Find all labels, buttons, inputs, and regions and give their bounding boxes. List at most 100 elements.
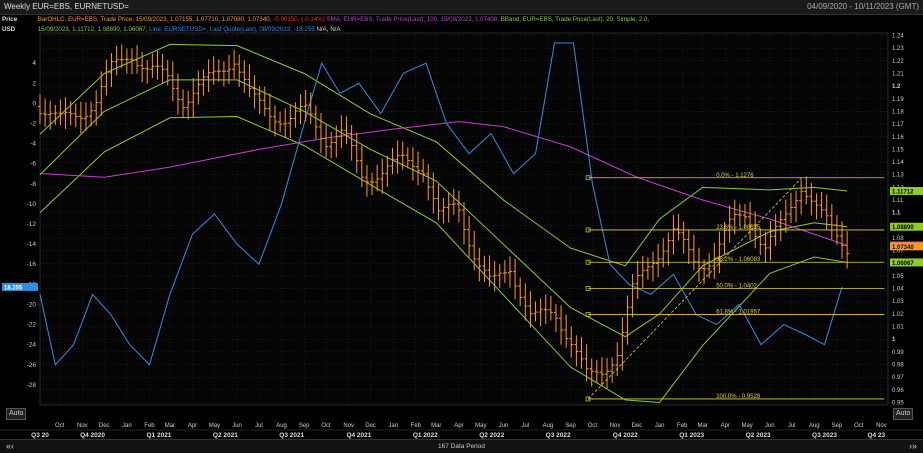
month-label: Jun <box>232 423 242 429</box>
legend-na: N/A, N/A <box>316 26 341 33</box>
left-tick-label: -28 <box>27 382 37 389</box>
month-label: Sep <box>832 423 843 429</box>
legend-row-2: USD 15/09/2023, 1.11712, 1.08890, 1.0606… <box>2 25 649 35</box>
data-period: 167 Data Period <box>438 443 485 450</box>
month-label: Mar <box>431 423 441 429</box>
right-tick-label: 1.19 <box>892 97 904 103</box>
price-label: Price <box>2 16 18 23</box>
right-tick-label: 1.16 <box>892 135 904 141</box>
month-label: May <box>475 423 486 429</box>
month-label: Dec <box>99 423 110 429</box>
navigation-bar: «‹ 167 Data Period ›» <box>0 439 923 453</box>
right-tick-label: 1.08 <box>892 236 904 242</box>
legend-sma-series[interactable]: SMA, EUR=EBS, Trade Price(Last), 100, 15… <box>327 16 500 23</box>
right-tick-label: 1.11 <box>892 198 904 204</box>
quarter-label: Q1 2021 <box>146 432 171 439</box>
quarter-label: Q4 2022 <box>613 432 638 439</box>
left-tick-label: -10 <box>27 201 37 208</box>
right-tick-label: 0.98 <box>892 363 904 369</box>
month-label: Feb <box>411 423 422 429</box>
right-tick-label: 1.13 <box>892 173 904 179</box>
quarter-label: Q3 2022 <box>546 432 571 439</box>
right-tick-label: 1.22 <box>892 59 904 65</box>
month-label: Nov <box>876 423 887 429</box>
month-label: Oct <box>854 423 864 429</box>
quarter-label: Q3 2023 <box>812 432 837 439</box>
right-tick-label: 0.96 <box>892 388 904 394</box>
right-tick-label: 1.03 <box>892 299 904 305</box>
month-label: Oct <box>55 423 65 429</box>
month-label: Aug <box>276 423 287 429</box>
legend-bar-change: -0.00150, (-0.14%) <box>273 16 325 23</box>
month-label: Oct <box>321 423 331 429</box>
right-tick-label: 1.05 <box>892 274 904 280</box>
value-tag-label: 18.255 <box>4 285 23 291</box>
month-label: May <box>209 423 220 429</box>
auto-scale-right-button[interactable]: Auto <box>893 408 914 420</box>
right-tick-label: 1.04 <box>892 287 904 293</box>
legend-bband-values: 15/09/2023, 1.11712, 1.08890, 1.06067, <box>37 26 148 33</box>
right-tick-label: 1.2 <box>892 84 901 90</box>
date-range: 04/09/2020 - 10/11/2023 (GMT) <box>807 2 919 11</box>
month-label: Nov <box>343 423 354 429</box>
month-label: Mar <box>697 423 707 429</box>
month-label: Dec <box>632 423 643 429</box>
month-label: Nov <box>610 423 621 429</box>
title-bar: Weekly EUR=EBS, EURNETUSD= 04/09/2020 - … <box>0 0 923 15</box>
left-tick-label: 0 <box>32 100 36 107</box>
month-label: Feb <box>677 423 688 429</box>
fib-level-label: 38.2% - 1.06083 <box>716 257 761 263</box>
left-tick-label: -20 <box>27 301 37 308</box>
month-label: Jul <box>521 423 529 429</box>
fib-level-label: 23.6% - 1.08635 <box>716 225 761 231</box>
quarter-label: Q1 2022 <box>413 432 438 439</box>
legend-line-series[interactable]: Line, EURNETUSD=, Last Quote(Last), 08/0… <box>149 26 315 33</box>
left-tick-label: -24 <box>27 342 37 349</box>
left-tick-label: -26 <box>27 362 37 369</box>
auto-scale-left-button[interactable]: Auto <box>6 408 27 420</box>
value-tag-label: 1.06067 <box>892 261 914 267</box>
month-label: Jan <box>122 423 132 429</box>
left-tick-label: -8 <box>30 181 36 188</box>
left-tick-label: -14 <box>27 241 37 248</box>
month-label: Apr <box>188 423 197 429</box>
scroll-left-icon[interactable]: «‹ <box>6 440 14 453</box>
month-label: Sep <box>299 423 310 429</box>
scroll-right-icon[interactable]: ›» <box>909 440 917 453</box>
right-tick-label: 1.1 <box>892 211 901 217</box>
value-tag-label: 1.11712 <box>892 190 914 196</box>
quarter-label: Q3 2021 <box>279 432 304 439</box>
quarter-label: Q2 2021 <box>213 432 238 439</box>
legend-bband-series[interactable]: BBand, EUR=EBS, Trade Price(Last), 20, S… <box>501 16 649 23</box>
chart-canvas[interactable]: 1.24 1.23 1.22 1.21 1.2 1.19 1.18 1.17 1.16 1.15 1… <box>0 0 923 452</box>
left-tick-label: -16 <box>27 261 37 268</box>
month-label: Dec <box>365 423 376 429</box>
quarter-label: Q4 2021 <box>346 432 371 439</box>
fib-level-label: 61.8% - 1.01957 <box>716 309 761 315</box>
month-label: Oct <box>588 423 598 429</box>
legend-row-1: Price BarOHLC, EUR=EBS, Trade Price, 15/… <box>2 15 649 25</box>
fib-level-label: 0.0% - 1.1276 <box>716 173 754 179</box>
month-label: Jan <box>655 423 665 429</box>
month-label: Nov <box>77 423 88 429</box>
quarter-label: Q4 2020 <box>80 432 105 439</box>
legend-bar-series[interactable]: BarOHLC, EUR=EBS, Trade Price, 15/09/202… <box>38 16 272 23</box>
chart-window: 1.24 1.23 1.22 1.21 1.2 1.19 1.18 1.17 1.16 1.15 1… <box>0 0 923 453</box>
left-tick-label: -6 <box>30 161 36 168</box>
usd-label: USD <box>2 26 16 33</box>
right-tick-label: 0.99 <box>892 350 904 356</box>
right-tick-label: 1.18 <box>892 109 904 115</box>
month-label: May <box>741 423 752 429</box>
right-tick-label: 0.97 <box>892 375 904 381</box>
month-label: Jun <box>765 423 775 429</box>
quarter-label: Q2 2022 <box>479 432 504 439</box>
left-tick-label: 2 <box>32 80 36 87</box>
fib-level-label: 100.0% - 0.9528 <box>716 394 761 400</box>
month-label: Mar <box>165 423 175 429</box>
right-tick-label: 1.01 <box>892 325 904 331</box>
right-tick-label: 1.15 <box>892 147 904 153</box>
left-tick-label: -12 <box>27 221 37 228</box>
value-tag-label: 1.08890 <box>892 225 914 231</box>
quarter-label: Q4 23 <box>867 432 885 439</box>
quarter-label: Q3 20 <box>31 432 49 439</box>
